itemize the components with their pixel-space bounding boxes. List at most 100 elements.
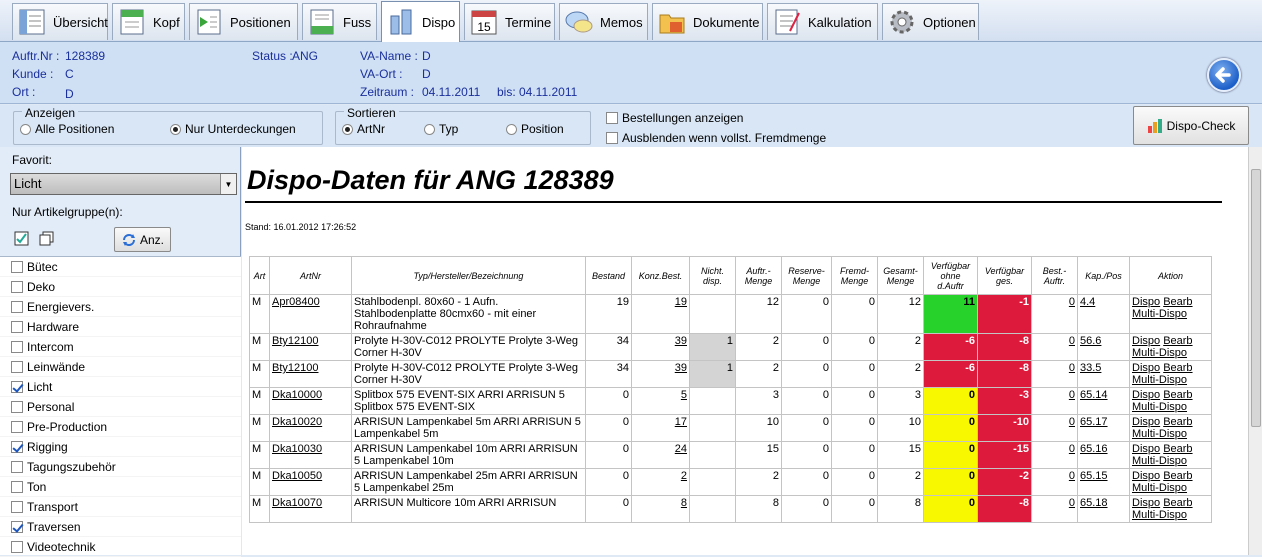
group-item[interactable]: Intercom xyxy=(0,337,241,357)
radio-sort-typ[interactable]: Typ xyxy=(424,122,458,136)
dispo-link[interactable]: Dispo xyxy=(1132,443,1160,455)
group-item[interactable]: Energievers. xyxy=(0,297,241,317)
bearb-link[interactable]: Bearb xyxy=(1163,362,1192,374)
cell-konz[interactable]: 5 xyxy=(631,387,690,415)
dispo-link[interactable]: Dispo xyxy=(1132,389,1160,401)
cell-best[interactable]: 0 xyxy=(1031,414,1078,442)
cell-artnr[interactable]: Dka10000 xyxy=(269,387,352,415)
checkbox[interactable] xyxy=(11,540,23,553)
tab-fuss[interactable]: Fuss xyxy=(302,3,377,40)
dispo-link[interactable]: Dispo xyxy=(1132,296,1160,308)
cell-kap[interactable]: 65.14 xyxy=(1077,387,1130,415)
radio-nur-unterdeckungen[interactable]: Nur Unterdeckungen xyxy=(170,122,296,136)
cell-konz[interactable]: 39 xyxy=(631,333,690,361)
cell-kap[interactable]: 33.5 xyxy=(1077,360,1130,388)
group-item[interactable]: Transport xyxy=(0,497,241,517)
cell-best[interactable]: 0 xyxy=(1031,441,1078,469)
tab-dokumente[interactable]: Dokumente xyxy=(652,3,763,40)
cell-artnr[interactable]: Apr08400 xyxy=(269,294,352,334)
checkbox[interactable] xyxy=(11,440,23,453)
checkbox[interactable] xyxy=(11,480,23,493)
checkbox[interactable] xyxy=(11,300,23,313)
bearb-link[interactable]: Bearb xyxy=(1163,296,1192,308)
tab-uebersicht[interactable]: Übersicht xyxy=(12,3,108,40)
group-item[interactable]: Tagungszubehör xyxy=(0,457,241,477)
multi-dispo-link[interactable]: Multi-Dispo xyxy=(1132,374,1187,386)
tab-kopf[interactable]: Kopf xyxy=(112,3,185,40)
tab-positionen[interactable]: Positionen xyxy=(189,3,298,40)
checkbox[interactable] xyxy=(11,400,23,413)
cell-artnr[interactable]: Dka10020 xyxy=(269,414,352,442)
scrollbar-thumb[interactable] xyxy=(1251,169,1261,427)
cell-konz[interactable]: 17 xyxy=(631,414,690,442)
cell-artnr[interactable]: Bty12100 xyxy=(269,333,352,361)
cell-artnr[interactable]: Bty12100 xyxy=(269,360,352,388)
bearb-link[interactable]: Bearb xyxy=(1163,335,1192,347)
checkbox[interactable] xyxy=(11,520,23,533)
cell-artnr[interactable]: Dka10050 xyxy=(269,468,352,496)
checkbox[interactable] xyxy=(11,380,23,393)
cell-best[interactable]: 0 xyxy=(1031,360,1078,388)
bestellungen-checkbox[interactable]: Bestellungen anzeigen xyxy=(606,111,743,125)
deselect-all-icon[interactable] xyxy=(39,231,55,247)
cell-kap[interactable]: 4.4 xyxy=(1077,294,1130,334)
dispo-link[interactable]: Dispo xyxy=(1132,335,1160,347)
favorit-select[interactable]: Licht ▼ xyxy=(10,173,237,195)
group-item[interactable]: Traversen xyxy=(0,517,241,537)
multi-dispo-link[interactable]: Multi-Dispo xyxy=(1132,308,1187,320)
cell-best[interactable]: 0 xyxy=(1031,468,1078,496)
cell-konz[interactable]: 39 xyxy=(631,360,690,388)
radio-sort-position[interactable]: Position xyxy=(506,122,564,136)
group-item[interactable]: Videotechnik xyxy=(0,537,241,557)
checkbox[interactable] xyxy=(11,340,23,353)
checkbox[interactable] xyxy=(11,320,23,333)
multi-dispo-link[interactable]: Multi-Dispo xyxy=(1132,455,1187,467)
vertical-scrollbar[interactable] xyxy=(1248,147,1262,555)
checkbox[interactable] xyxy=(11,360,23,373)
multi-dispo-link[interactable]: Multi-Dispo xyxy=(1132,509,1187,521)
select-all-icon[interactable] xyxy=(14,231,30,247)
multi-dispo-link[interactable]: Multi-Dispo xyxy=(1132,401,1187,413)
radio-alle-positionen[interactable]: Alle Positionen xyxy=(20,122,114,136)
group-item[interactable]: Leinwände xyxy=(0,357,241,377)
ausblenden-checkbox[interactable]: Ausblenden wenn vollst. Fremdmenge xyxy=(606,131,826,145)
group-item[interactable]: Licht xyxy=(0,377,241,397)
group-item[interactable]: Ton xyxy=(0,477,241,497)
back-button[interactable] xyxy=(1207,58,1241,92)
tab-memos[interactable]: Memos xyxy=(559,3,648,40)
checkbox[interactable] xyxy=(11,500,23,513)
dispo-check-button[interactable]: Dispo-Check xyxy=(1133,106,1249,145)
multi-dispo-link[interactable]: Multi-Dispo xyxy=(1132,428,1187,440)
radio-sort-artnr[interactable]: ArtNr xyxy=(342,122,385,136)
cell-artnr[interactable]: Dka10070 xyxy=(269,495,352,523)
cell-kap[interactable]: 65.18 xyxy=(1077,495,1130,523)
group-item[interactable]: Rigging xyxy=(0,437,241,457)
cell-best[interactable]: 0 xyxy=(1031,387,1078,415)
bearb-link[interactable]: Bearb xyxy=(1163,416,1192,428)
dispo-link[interactable]: Dispo xyxy=(1132,362,1160,374)
group-item[interactable]: Pre-Production xyxy=(0,417,241,437)
checkbox[interactable] xyxy=(11,260,23,273)
checkbox[interactable] xyxy=(11,280,23,293)
multi-dispo-link[interactable]: Multi-Dispo xyxy=(1132,482,1187,494)
cell-best[interactable]: 0 xyxy=(1031,333,1078,361)
checkbox[interactable] xyxy=(11,460,23,473)
cell-kap[interactable]: 65.17 xyxy=(1077,414,1130,442)
bearb-link[interactable]: Bearb xyxy=(1163,470,1192,482)
tab-dispo[interactable]: Dispo xyxy=(381,1,460,42)
anz-button[interactable]: Anz. xyxy=(114,227,171,252)
multi-dispo-link[interactable]: Multi-Dispo xyxy=(1132,347,1187,359)
cell-kap[interactable]: 65.15 xyxy=(1077,468,1130,496)
tab-kalkulation[interactable]: Kalkulation xyxy=(767,3,878,40)
group-item[interactable]: Deko xyxy=(0,277,241,297)
dispo-link[interactable]: Dispo xyxy=(1132,497,1160,509)
dispo-link[interactable]: Dispo xyxy=(1132,470,1160,482)
cell-konz[interactable]: 2 xyxy=(631,468,690,496)
cell-kap[interactable]: 65.16 xyxy=(1077,441,1130,469)
cell-kap[interactable]: 56.6 xyxy=(1077,333,1130,361)
cell-best[interactable]: 0 xyxy=(1031,495,1078,523)
cell-artnr[interactable]: Dka10030 xyxy=(269,441,352,469)
cell-konz[interactable]: 24 xyxy=(631,441,690,469)
group-item[interactable]: Personal xyxy=(0,397,241,417)
cell-konz[interactable]: 19 xyxy=(631,294,690,334)
